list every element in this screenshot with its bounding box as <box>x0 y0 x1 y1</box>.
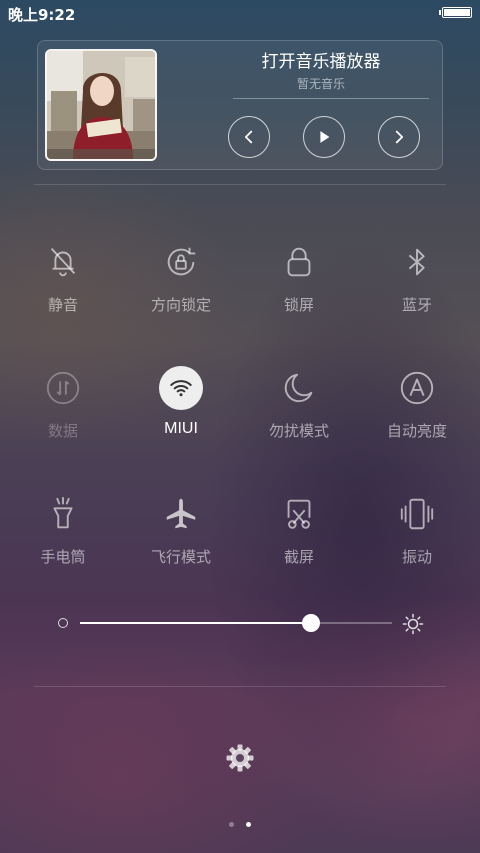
moon-icon <box>277 366 321 410</box>
brightness-min-icon <box>58 618 68 628</box>
tile-airplane-mode[interactable]: 飞行模式 <box>126 492 236 567</box>
tile-mobile-data-label: 数据 <box>47 422 78 440</box>
settings-gear-icon[interactable] <box>224 742 256 774</box>
music-title: 打开音乐播放器 <box>261 52 381 72</box>
wifi-icon <box>159 366 203 410</box>
divider-bottom <box>34 686 446 687</box>
auto-brightness-icon <box>395 366 439 410</box>
album-photo <box>47 51 155 159</box>
album-art[interactable] <box>45 49 157 161</box>
tile-do-not-disturb-label: 勿扰模式 <box>268 422 329 440</box>
tile-mute-label: 静音 <box>47 296 78 314</box>
rotation-lock-icon <box>159 240 203 284</box>
tile-flashlight[interactable]: 手电筒 <box>8 492 118 567</box>
tile-airplane-mode-label: 飞行模式 <box>150 548 211 566</box>
tile-mute[interactable]: 静音 <box>8 240 118 315</box>
tile-auto-brightness[interactable]: 自动亮度 <box>362 366 472 441</box>
tile-bluetooth[interactable]: 蓝牙 <box>362 240 472 315</box>
tile-mobile-data[interactable]: 数据 <box>8 366 118 441</box>
tile-screenshot-label: 截屏 <box>283 548 314 566</box>
previous-button[interactable] <box>228 116 270 158</box>
brightness-slider-thumb[interactable] <box>301 614 320 632</box>
play-button[interactable] <box>303 116 345 158</box>
divider-top <box>34 184 446 185</box>
next-button[interactable] <box>378 116 420 158</box>
music-subtitle: 暂无音乐 <box>296 77 345 91</box>
music-progress-line <box>233 98 429 99</box>
previous-icon <box>244 130 253 144</box>
brightness-slider[interactable] <box>80 614 392 632</box>
play-icon <box>320 131 330 143</box>
bluetooth-icon <box>395 240 439 284</box>
page-dot-1 <box>229 822 235 827</box>
brightness-max-icon <box>402 613 424 635</box>
screenshot-icon <box>277 492 321 536</box>
tile-do-not-disturb[interactable]: 勿扰模式 <box>244 366 354 441</box>
mute-bell-icon <box>41 240 85 284</box>
tile-screenshot[interactable]: 截屏 <box>244 492 354 567</box>
tile-lock-screen[interactable]: 锁屏 <box>244 240 354 315</box>
brightness-slider-fill <box>80 622 311 624</box>
tile-bluetooth-label: 蓝牙 <box>401 296 432 314</box>
status-bar: 晚上9:22 <box>0 0 480 26</box>
lock-icon <box>277 240 321 284</box>
tile-wifi-label: MIUI <box>164 420 198 437</box>
tile-rotation-lock[interactable]: 方向锁定 <box>126 240 236 315</box>
page-dot-2 <box>245 822 251 827</box>
vibrate-icon <box>395 492 439 536</box>
page-indicator <box>0 812 480 831</box>
status-time: 晚上9:22 <box>8 6 76 24</box>
tile-rotation-lock-label: 方向锁定 <box>150 296 211 314</box>
tile-wifi[interactable]: MIUI <box>126 366 236 438</box>
tile-vibrate-label: 振动 <box>401 548 432 566</box>
tile-vibrate[interactable]: 振动 <box>362 492 472 567</box>
music-widget[interactable]: 打开音乐播放器 暂无音乐 <box>37 40 443 170</box>
tile-auto-brightness-label: 自动亮度 <box>386 422 447 440</box>
tile-flashlight-label: 手电筒 <box>40 548 86 566</box>
tile-lock-screen-label: 锁屏 <box>283 296 314 314</box>
airplane-icon <box>159 492 203 536</box>
flashlight-icon <box>41 492 85 536</box>
next-icon <box>395 130 404 144</box>
mobile-data-icon <box>41 366 85 410</box>
battery-full-icon <box>439 7 472 18</box>
